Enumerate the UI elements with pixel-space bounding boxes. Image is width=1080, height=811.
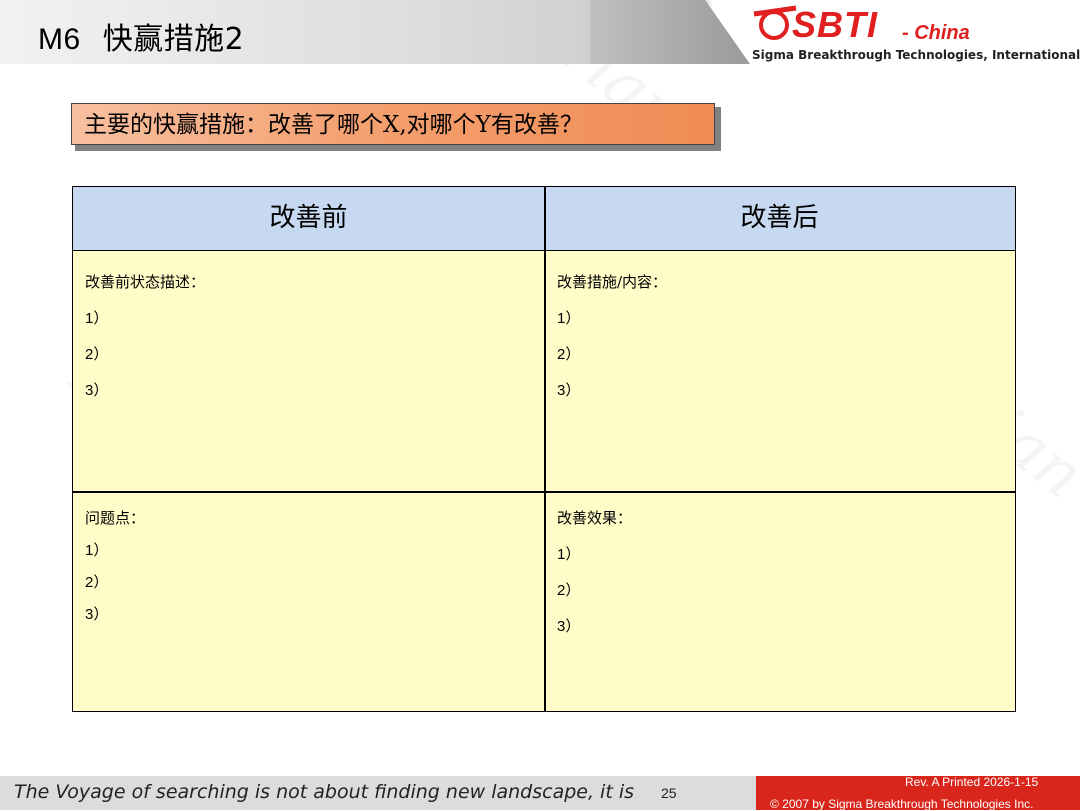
logo-subtitle: Sigma Breakthrough Technologies, Interna… <box>752 48 1080 62</box>
slide-title-text: 快赢措施2 <box>102 22 245 57</box>
cell-label: 改善措施/内容： <box>557 273 668 291</box>
cell-label: 问题点： <box>85 509 146 527</box>
callout-box: 主要的快赢措施：改善了哪个X,对哪个Y有改善？ <box>71 103 715 145</box>
cell-measures: 改善措施/内容： 1） 2） 3） <box>557 271 1007 471</box>
list-item: 2） <box>557 346 581 363</box>
slide-code: M6 <box>38 23 81 56</box>
cell-problems: 问题点： 1） 2） 3） <box>85 507 535 697</box>
list-item: 1） <box>85 542 109 559</box>
list-item: 2） <box>85 574 109 591</box>
header-before: 改善前 <box>73 187 544 251</box>
list-item: 1） <box>557 310 581 327</box>
logo-brand: SBTI <box>792 4 879 45</box>
list-item: 1） <box>557 546 581 563</box>
list-item: 3） <box>557 382 581 399</box>
list-item: 1） <box>85 310 109 327</box>
cell-before-state: 改善前状态描述： 1） 2） 3） <box>85 271 535 471</box>
cell-label: 改善效果： <box>557 509 633 527</box>
header-after: 改善后 <box>544 187 1015 251</box>
slide-title: M6 快赢措施2 <box>38 14 244 58</box>
copyright: © 2007 by Sigma Breakthrough Technologie… <box>770 797 1034 811</box>
company-logo: SBTI - China Sigma Breakthrough Technolo… <box>752 4 1080 64</box>
cell-effects: 改善效果： 1） 2） 3） <box>557 507 1007 697</box>
list-item: 2） <box>85 346 109 363</box>
page-number: 25 <box>661 785 677 801</box>
cell-label: 改善前状态描述： <box>85 273 206 291</box>
logo-region: - China <box>902 22 970 44</box>
revision-info: Rev. A Printed 2026-1-15 <box>905 775 1039 789</box>
list-item: 2） <box>557 582 581 599</box>
list-item: 3） <box>557 618 581 635</box>
row-divider <box>73 491 1015 493</box>
column-divider <box>544 187 546 711</box>
improvement-table: 改善前 改善后 改善前状态描述： 1） 2） 3） 改善措施/内容： 1） 2）… <box>72 186 1016 712</box>
list-item: 3） <box>85 382 109 399</box>
footer-quote: The Voyage of searching is not about fin… <box>14 781 634 803</box>
list-item: 3） <box>85 606 109 623</box>
